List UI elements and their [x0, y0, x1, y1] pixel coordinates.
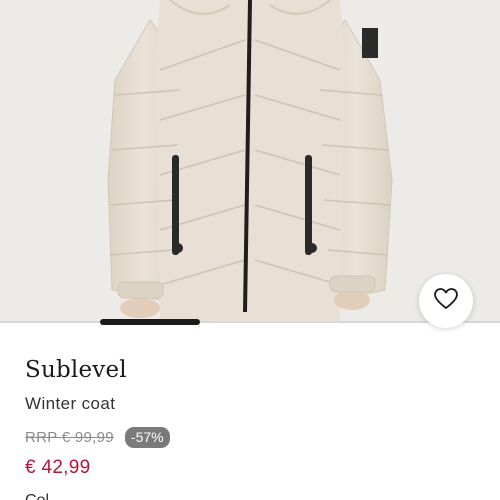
rrp-price: RRP € 99,99 [25, 428, 114, 446]
gallery-indicator-track [0, 321, 500, 323]
discount-badge: -57% [124, 426, 170, 448]
product-image[interactable] [0, 0, 500, 322]
color-label: Col [25, 492, 49, 500]
product-details: Sublevel Winter coat RRP € 99,99 -57% € … [25, 356, 475, 479]
heart-icon [434, 288, 458, 314]
gallery-indicator-thumb [100, 319, 200, 325]
coat-photo [0, 0, 500, 322]
wishlist-button[interactable] [419, 274, 473, 328]
sale-price: € 42,99 [25, 457, 91, 478]
product-name: Winter coat [25, 394, 116, 413]
price-row: RRP € 99,99 -57% [25, 426, 475, 448]
brand-name[interactable]: Sublevel [25, 356, 475, 384]
